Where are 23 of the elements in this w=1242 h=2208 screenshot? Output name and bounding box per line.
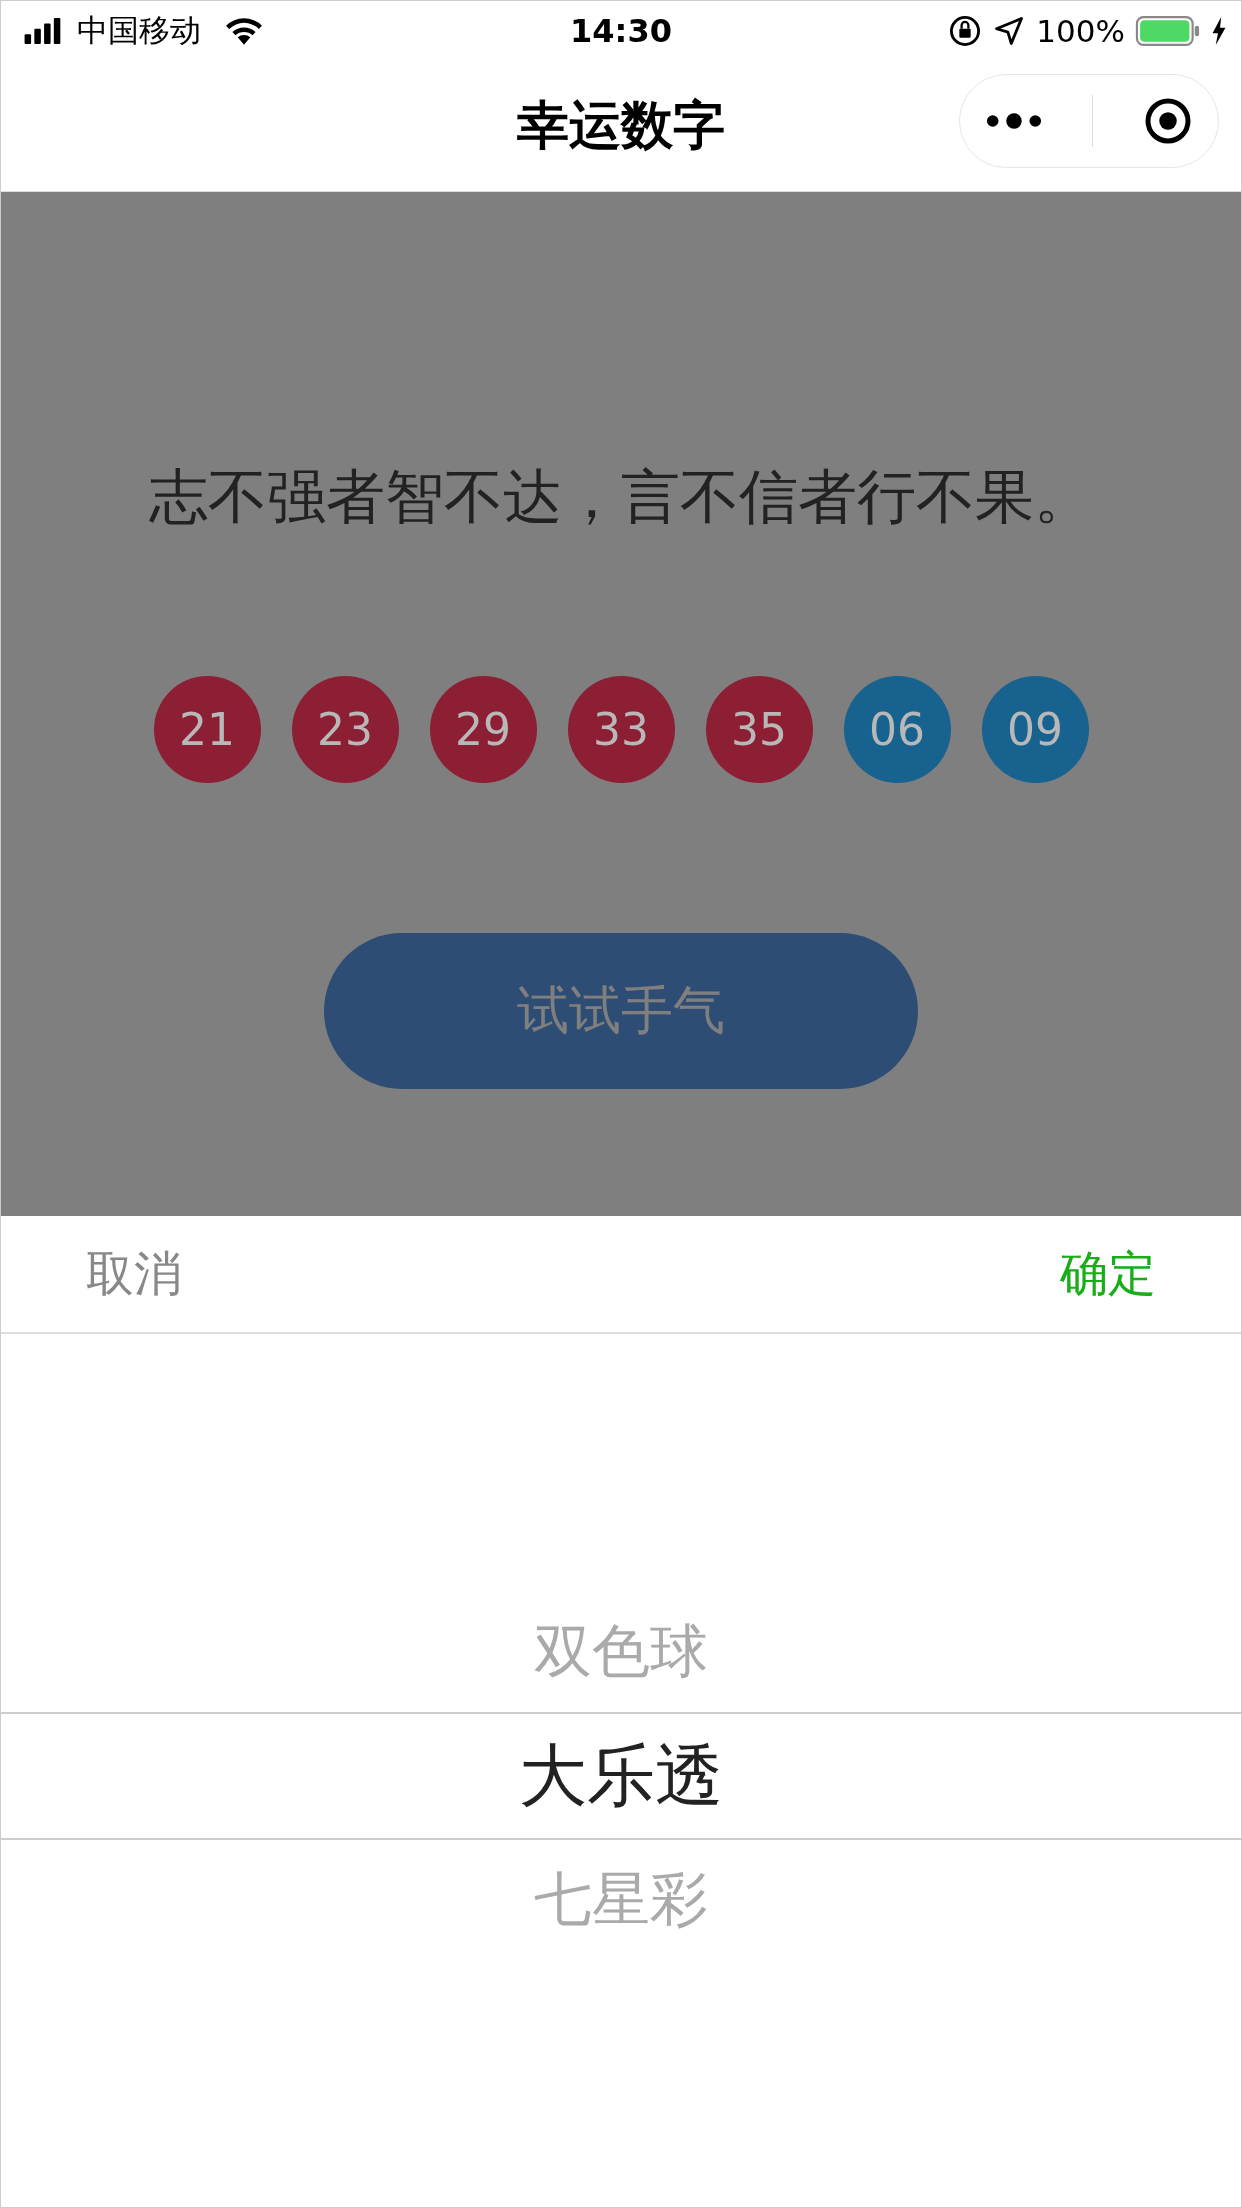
quote: 志不强者智不达，言不信者行不果。 xyxy=(149,461,1093,533)
carrier: 中国移动 xyxy=(77,11,201,50)
clock: 14:30 xyxy=(570,12,672,50)
rotation-lock-icon xyxy=(948,14,983,48)
charging-icon xyxy=(1211,17,1227,45)
battery-percent: 100% xyxy=(1036,13,1125,49)
number-ball: 29 xyxy=(429,676,537,783)
number-ball: 21 xyxy=(153,676,261,783)
page-title: 幸运数字 xyxy=(517,94,725,157)
confirm-button[interactable]: 确定 xyxy=(1060,1242,1156,1306)
number-ball: 06 xyxy=(843,676,951,783)
cancel-button[interactable]: 取消 xyxy=(86,1242,182,1306)
battery-icon xyxy=(1135,16,1201,46)
picker-option[interactable]: 双色球 xyxy=(1,1592,1241,1712)
more-icon[interactable] xyxy=(984,113,1043,129)
wifi-icon xyxy=(225,17,263,45)
number-ball: 09 xyxy=(981,676,1089,783)
number-ball: 23 xyxy=(291,676,399,783)
picker-option[interactable]: 七星彩 xyxy=(1,1840,1241,1960)
picker-option[interactable]: 大乐透 xyxy=(1,1712,1241,1840)
number-ball: 35 xyxy=(705,676,813,783)
try-luck-button[interactable]: 试试手气 xyxy=(324,933,918,1089)
number-ball: 33 xyxy=(567,676,675,783)
